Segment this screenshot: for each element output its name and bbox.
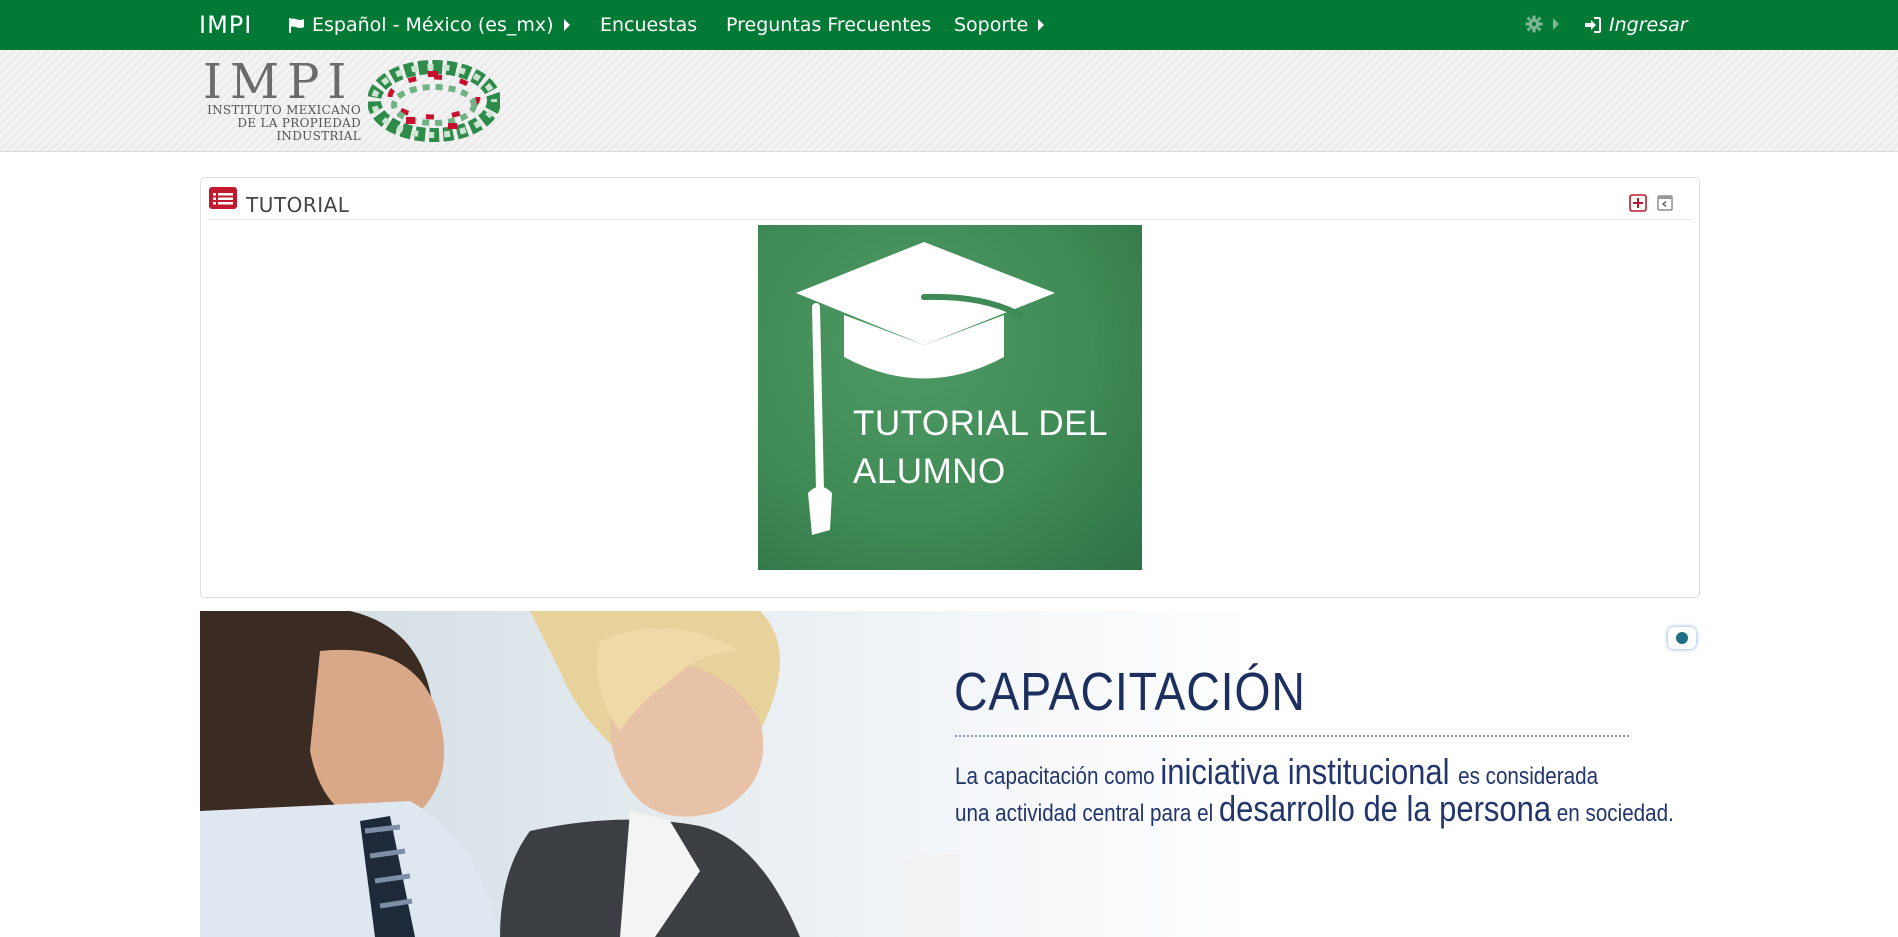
logo-emblem-icon bbox=[368, 60, 500, 142]
login-link[interactable]: Ingresar bbox=[1584, 14, 1688, 36]
brand-link[interactable]: IMPI bbox=[199, 11, 252, 39]
banner-text-span: en sociedad. bbox=[1551, 800, 1674, 827]
nav-link-faq[interactable]: Preguntas Frecuentes bbox=[726, 14, 931, 36]
caret-right-icon bbox=[1553, 18, 1559, 30]
tutorial-image-caption: TUTORIAL DEL ALUMNO bbox=[853, 400, 1108, 496]
banner-text-span: desarrollo de la persona bbox=[1218, 788, 1552, 829]
tutorial-panel: TUTORIAL TUTORIAL DEL ALUMNO bbox=[200, 177, 1700, 598]
banner-divider bbox=[955, 735, 1629, 737]
banner-text-line-1: La capacitación como iniciativa instituc… bbox=[955, 751, 1598, 793]
banner-text-line-2: una actividad central para el desarrollo… bbox=[955, 788, 1674, 830]
logo-subtitle-line: INDUSTRIAL bbox=[276, 129, 361, 143]
people-photo bbox=[200, 611, 960, 937]
language-menu[interactable]: Español - México (es_mx) bbox=[288, 14, 570, 36]
caret-right-icon bbox=[1038, 19, 1045, 31]
graduation-cap-icon bbox=[796, 242, 1055, 535]
slide-indicator-button[interactable] bbox=[1668, 627, 1696, 649]
caret-right-icon bbox=[563, 19, 570, 31]
flag-icon bbox=[289, 18, 304, 33]
caption-line: ALUMNO bbox=[853, 452, 1006, 491]
language-label: Español - México (es_mx) bbox=[312, 14, 554, 36]
banner-text-span: La capacitación como bbox=[955, 763, 1161, 790]
logo-subtitle: INSTITUTO MEXICANO DE LA PROPIEDAD INDUS… bbox=[205, 104, 361, 143]
banner-text-span: es considerada bbox=[1458, 763, 1599, 790]
banner-text-span: una actividad central para el bbox=[955, 800, 1219, 827]
caption-line: TUTORIAL DEL bbox=[853, 404, 1108, 443]
tutorial-image-link[interactable]: TUTORIAL DEL ALUMNO bbox=[758, 225, 1142, 570]
top-navbar: IMPI Español - México (es_mx) Encuestas … bbox=[0, 0, 1898, 50]
capacitacion-banner: CAPACITACIÓN La capacitación como inicia… bbox=[200, 611, 1700, 937]
impi-logo[interactable]: IMPI INSTITUTO MEXICANO DE LA PROPIEDAD … bbox=[203, 57, 503, 145]
support-menu[interactable]: Soporte bbox=[954, 14, 1045, 36]
gear-icon bbox=[1525, 15, 1543, 33]
panel-title: TUTORIAL bbox=[246, 193, 350, 217]
banner-title: CAPACITACIÓN bbox=[954, 662, 1306, 722]
panel-header: TUTORIAL bbox=[208, 185, 1694, 220]
banner-text-span: iniciativa institucional bbox=[1160, 751, 1459, 792]
settings-menu[interactable] bbox=[1525, 15, 1559, 33]
logo-wordmark: IMPI bbox=[203, 54, 355, 110]
nav-link-encuestas[interactable]: Encuestas bbox=[600, 14, 697, 36]
dock-block-icon[interactable] bbox=[1657, 195, 1673, 211]
list-icon bbox=[209, 187, 237, 209]
support-label: Soporte bbox=[954, 14, 1029, 36]
sign-in-icon bbox=[1585, 17, 1601, 33]
login-label: Ingresar bbox=[1609, 14, 1688, 36]
add-block-icon[interactable] bbox=[1629, 194, 1647, 212]
